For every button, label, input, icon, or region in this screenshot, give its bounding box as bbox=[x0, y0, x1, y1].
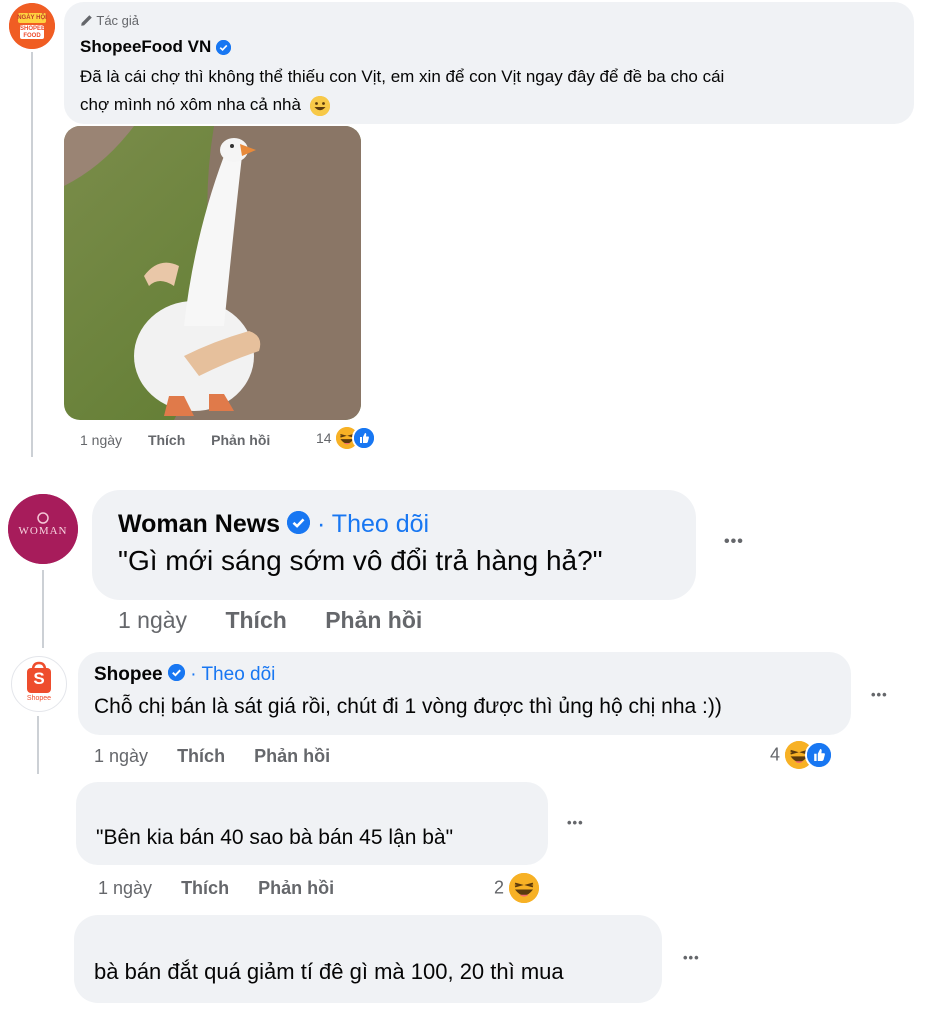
comment-author[interactable]: Shopee · Theo dõi bbox=[94, 664, 275, 686]
reaction-summary[interactable]: 2 bbox=[494, 873, 540, 903]
comment-meta: 1 ngày Thích Phản hồi bbox=[80, 432, 270, 448]
verified-badge-icon bbox=[167, 664, 185, 681]
avatar-text: WOMAN bbox=[18, 525, 68, 537]
comment-author[interactable]: Woman News · Theo dõi bbox=[118, 510, 429, 539]
like-button[interactable]: Thích bbox=[181, 878, 229, 898]
verified-badge-icon bbox=[287, 511, 311, 534]
like-reaction-icon bbox=[805, 741, 834, 769]
comment-meta: 1 ngày Thích Phản hồi bbox=[94, 746, 330, 767]
more-options-button[interactable]: ••• bbox=[871, 687, 888, 702]
follow-button[interactable]: · Theo dõi bbox=[317, 510, 429, 538]
avatar-text-top: NGÀY HỘI bbox=[17, 15, 47, 21]
shopeefood-avatar[interactable]: NGÀY HỘI SHOPEE FOOD bbox=[9, 3, 55, 49]
comment-text: "Bên kia bán 40 sao bà bán 45 lận bà" bbox=[96, 826, 454, 849]
shopee-avatar[interactable]: S Shopee bbox=[11, 656, 67, 712]
avatar-letter: S bbox=[33, 669, 45, 688]
author-name[interactable]: ShopeeFood VN bbox=[80, 37, 211, 56]
comment-text-line1: Đã là cái chợ thì không thể thiếu con Vị… bbox=[80, 67, 725, 86]
reaction-count: 2 bbox=[494, 877, 505, 898]
comment-time[interactable]: 1 ngày bbox=[80, 432, 122, 448]
thread-line bbox=[42, 570, 44, 648]
comment-time[interactable]: 1 ngày bbox=[94, 746, 148, 766]
thread-line bbox=[37, 716, 39, 774]
reaction-count: 4 bbox=[770, 744, 781, 765]
comment-author[interactable]: ShopeeFood VN bbox=[80, 37, 232, 57]
comment-text: Chỗ chị bán là sát giá rồi, chút đi 1 vò… bbox=[94, 695, 722, 718]
goose-with-hands-image[interactable] bbox=[64, 126, 361, 420]
like-button[interactable]: Thích bbox=[177, 746, 225, 766]
like-reaction-icon bbox=[352, 426, 377, 450]
thread-line bbox=[31, 52, 33, 457]
comment-text-line2: chợ mình nó xôm nha cả nhà bbox=[80, 95, 301, 114]
pencil-icon bbox=[81, 15, 92, 26]
follow-button[interactable]: · Theo dõi bbox=[190, 664, 275, 685]
comment-meta: 1 ngày Thích Phản hồi bbox=[98, 878, 334, 899]
reaction-summary[interactable]: 14 bbox=[316, 426, 377, 450]
comment-text: Đã là cái chợ thì không thể thiếu con Vị… bbox=[80, 63, 910, 119]
avatar-text: Shopee bbox=[26, 695, 52, 702]
reaction-summary[interactable]: 4 bbox=[770, 741, 834, 769]
comment-bubble: "Bên kia bán 40 sao bà bán 45 lận bà" bbox=[76, 782, 548, 865]
comment-time[interactable]: 1 ngày bbox=[98, 878, 152, 898]
comment-time[interactable]: 1 ngày bbox=[118, 607, 187, 633]
author-name[interactable]: Shopee bbox=[94, 664, 163, 685]
comment-text: bà bán đắt quá giảm tí đê gì mà 100, 20 … bbox=[94, 959, 564, 984]
comment-bubble: bà bán đắt quá giảm tí đê gì mà 100, 20 … bbox=[74, 915, 662, 1003]
reply-button[interactable]: Phản hồi bbox=[254, 746, 330, 766]
more-options-button[interactable]: ••• bbox=[724, 533, 744, 551]
reaction-count: 14 bbox=[316, 430, 332, 446]
comment-bubble: Woman News · Theo dõi "Gì mới sáng sớm v… bbox=[92, 490, 696, 600]
comment-meta: 1 ngày Thích Phản hồi bbox=[118, 607, 422, 634]
more-options-button[interactable]: ••• bbox=[683, 950, 700, 965]
author-name[interactable]: Woman News bbox=[118, 510, 280, 538]
reply-button[interactable]: Phản hồi bbox=[211, 432, 270, 448]
more-options-button[interactable]: ••• bbox=[567, 815, 584, 830]
haha-reaction-icon bbox=[509, 873, 540, 903]
woman-news-avatar[interactable]: WOMAN bbox=[8, 494, 78, 564]
author-badge: Tác giả bbox=[80, 13, 139, 28]
like-button[interactable]: Thích bbox=[225, 607, 286, 633]
avatar-text-bottom: SHOPEE FOOD bbox=[20, 26, 46, 39]
reply-button[interactable]: Phản hồi bbox=[325, 607, 422, 633]
verified-badge-icon bbox=[216, 40, 232, 56]
like-button[interactable]: Thích bbox=[148, 432, 185, 448]
comment-bubble: Shopee · Theo dõi Chỗ chị bán là sát giá… bbox=[78, 652, 851, 735]
author-badge-label: Tác giả bbox=[96, 13, 140, 28]
reply-button[interactable]: Phản hồi bbox=[258, 878, 334, 898]
comment-text: "Gì mới sáng sớm vô đổi trả hàng hả?" bbox=[118, 545, 603, 576]
grinning-face-icon bbox=[309, 95, 330, 116]
comment-bubble: Tác giả ShopeeFood VN Đã là cái chợ thì … bbox=[64, 2, 914, 124]
